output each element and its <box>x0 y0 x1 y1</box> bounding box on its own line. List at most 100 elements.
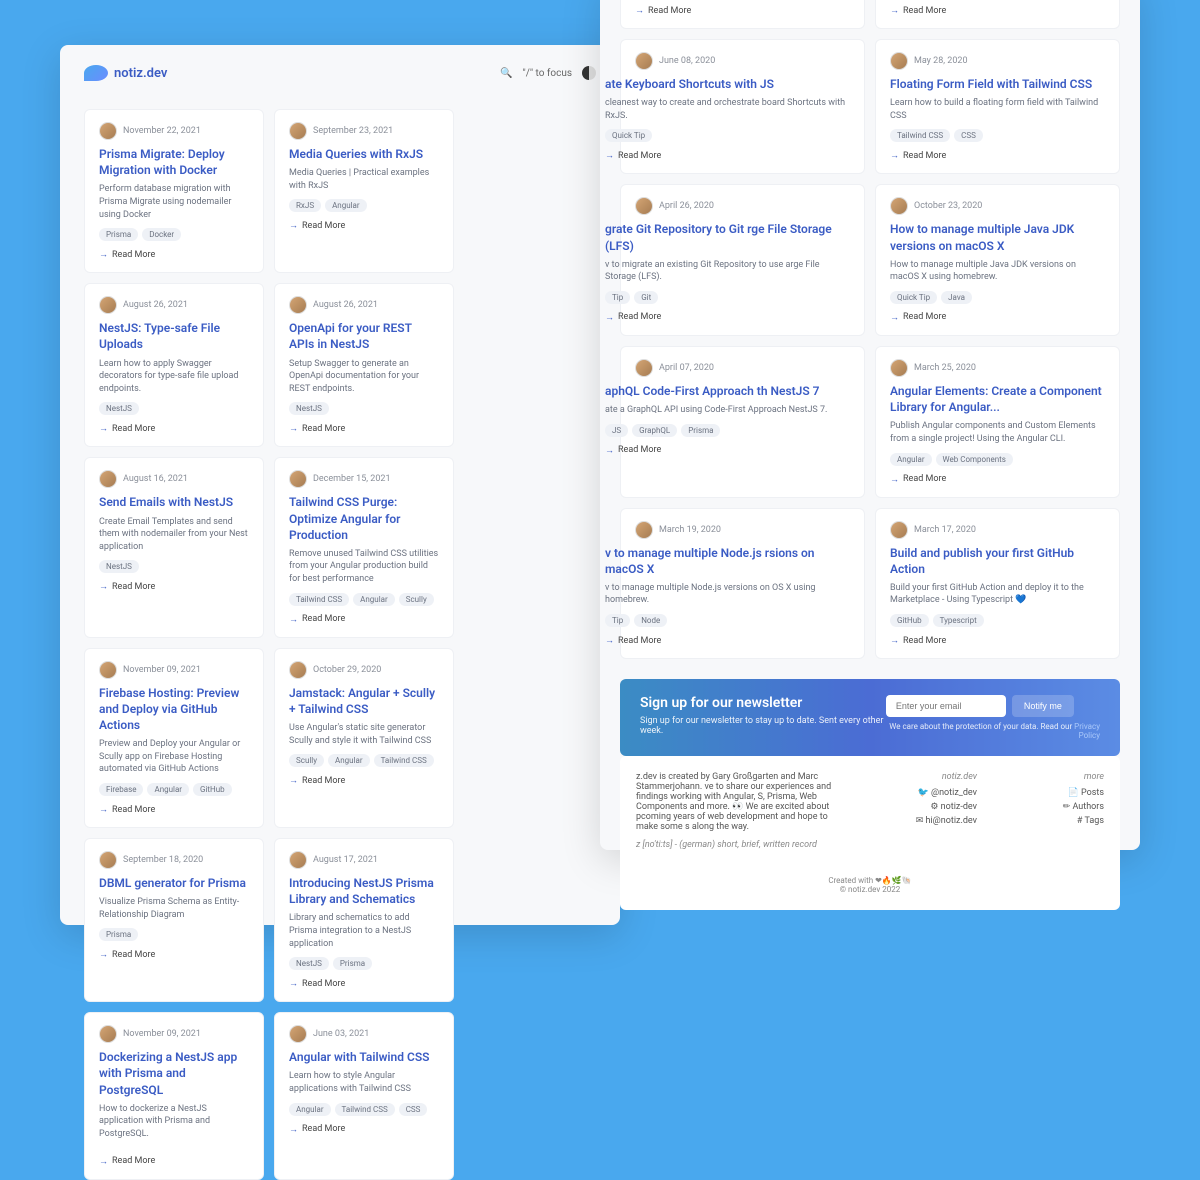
footer-link[interactable]: 📄 Posts <box>997 788 1104 798</box>
tag[interactable]: Tailwind CSS <box>335 1103 395 1116</box>
tag[interactable]: Prisma <box>99 928 138 941</box>
footer-about: z.dev is created by Gary Großgarten and … <box>636 772 850 832</box>
read-more-link[interactable]: Read More <box>99 949 249 960</box>
tag[interactable]: GraphQL <box>632 424 677 437</box>
post-title[interactable]: aphQL Code-First Approach th NestJS 7 <box>605 383 850 399</box>
read-more-link[interactable]: Read More <box>289 978 439 989</box>
read-more-link[interactable]: Read More <box>890 312 1105 323</box>
footer-link[interactable]: 🐦 @notiz_dev <box>870 788 977 798</box>
read-more-link[interactable]: Read More <box>289 423 439 434</box>
tag[interactable]: Angular <box>890 453 932 466</box>
read-more-link[interactable]: Read More <box>605 312 850 323</box>
tag[interactable]: Tailwind CSS <box>289 593 349 606</box>
tag[interactable]: Tailwind CSS <box>374 754 434 767</box>
read-more-link[interactable]: Read More <box>605 150 850 161</box>
post-title[interactable]: Jamstack: Angular + Scully + Tailwind CS… <box>289 685 439 717</box>
tag[interactable]: NestJS <box>289 402 329 415</box>
tag[interactable]: CSS <box>954 129 983 142</box>
tag[interactable]: Angular <box>289 1103 331 1116</box>
logo[interactable]: notiz.dev <box>84 65 167 81</box>
read-more-link[interactable]: Read More <box>289 1124 439 1135</box>
tag[interactable]: Git <box>634 291 658 304</box>
tag[interactable]: NestJS <box>289 957 329 970</box>
read-more-link[interactable]: Read More <box>99 423 249 434</box>
post-desc: Learn how to apply Swagger decorators fo… <box>99 358 249 396</box>
tag[interactable]: Java <box>941 291 972 304</box>
tag[interactable]: Quick Tip <box>890 291 937 304</box>
post-title[interactable]: Dockerizing a NestJS app with Prisma and… <box>99 1049 249 1098</box>
read-more-link[interactable]: Read More <box>890 150 1105 161</box>
tag[interactable]: JS <box>605 424 628 437</box>
tag[interactable]: GitHub <box>193 783 232 796</box>
post-title[interactable]: DBML generator for Prisma <box>99 875 249 891</box>
footer-link[interactable]: ✉ hi@notiz.dev <box>870 816 977 826</box>
read-more-link[interactable]: Read More <box>890 5 1105 16</box>
post-card: March 19, 2020 v to manage multiple Node… <box>620 508 865 660</box>
post-title[interactable]: How to manage multiple Java JDK versions… <box>890 221 1105 253</box>
notify-button[interactable]: Notify me <box>1012 695 1074 717</box>
read-more-link[interactable]: Read More <box>289 220 439 231</box>
post-title[interactable]: Firebase Hosting: Preview and Deploy via… <box>99 685 249 734</box>
tag[interactable]: Scully <box>399 593 434 606</box>
tag[interactable]: Tip <box>605 291 630 304</box>
tag[interactable]: Prisma <box>99 228 138 241</box>
tag[interactable]: Quick Tip <box>605 129 652 142</box>
email-input[interactable] <box>886 695 1006 717</box>
tag[interactable]: Node <box>634 614 667 627</box>
tag[interactable]: NestJS <box>99 402 139 415</box>
post-title[interactable]: Send Emails with NestJS <box>99 494 249 510</box>
theme-toggle[interactable] <box>582 66 596 80</box>
footer-link[interactable]: ⚙ notiz-dev <box>870 802 977 812</box>
tag[interactable]: Tailwind CSS <box>890 129 950 142</box>
tag[interactable]: Angular <box>147 783 189 796</box>
footer-col-title: notiz.dev <box>870 772 977 782</box>
read-more-link[interactable]: Read More <box>635 5 850 16</box>
privacy-link[interactable]: Privacy Policy <box>1074 722 1100 740</box>
tag[interactable]: Angular <box>328 754 370 767</box>
read-more-link[interactable]: Read More <box>289 775 439 786</box>
tag[interactable]: Scully <box>289 754 324 767</box>
footer-link[interactable]: # Tags <box>997 816 1104 826</box>
tag[interactable]: NestJS <box>99 560 139 573</box>
read-more-link[interactable]: Read More <box>99 249 249 260</box>
tag[interactable]: Web Components <box>936 453 1013 466</box>
read-more-link[interactable]: Read More <box>890 474 1105 485</box>
tag[interactable]: RxJS <box>289 199 321 212</box>
tag[interactable]: Docker <box>142 228 181 241</box>
read-more-link[interactable]: Read More <box>99 1156 249 1167</box>
tag[interactable]: Prisma <box>681 424 720 437</box>
tag[interactable]: Typescript <box>933 614 984 627</box>
tag[interactable]: Tip <box>605 614 630 627</box>
read-more-link[interactable]: Read More <box>289 614 439 625</box>
post-title[interactable]: Tailwind CSS Purge: Optimize Angular for… <box>289 494 439 543</box>
post-title[interactable]: Build and publish your first GitHub Acti… <box>890 545 1105 577</box>
post-title[interactable]: OpenApi for your REST APIs in NestJS <box>289 320 439 352</box>
post-title[interactable]: v to manage multiple Node.js rsions on m… <box>605 545 850 577</box>
read-more-link[interactable]: Read More <box>99 804 249 815</box>
post-title[interactable]: grate Git Repository to Git rge File Sto… <box>605 221 850 253</box>
post-desc: Library and schematics to add Prisma int… <box>289 912 439 950</box>
post-title[interactable]: NestJS: Type-safe File Uploads <box>99 320 249 352</box>
post-card: June 03, 2021 Angular with Tailwind CSS … <box>274 1012 454 1179</box>
read-more-link[interactable]: Read More <box>890 635 1105 646</box>
post-title[interactable]: ate Keyboard Shortcuts with JS <box>605 76 850 92</box>
read-more-link[interactable]: Read More <box>99 581 249 592</box>
tag[interactable]: Prisma <box>333 957 372 970</box>
tag[interactable]: CSS <box>399 1103 428 1116</box>
read-more-link[interactable]: Read More <box>605 635 850 646</box>
footer-link[interactable]: ✏ Authors <box>997 802 1104 812</box>
read-more-link[interactable]: Read More <box>605 445 850 456</box>
post-title[interactable]: Angular Elements: Create a Component Lib… <box>890 383 1105 415</box>
tag[interactable]: Angular <box>353 593 395 606</box>
avatar <box>289 122 307 140</box>
post-title[interactable]: Media Queries with RxJS <box>289 146 439 162</box>
post-title[interactable]: Floating Form Field with Tailwind CSS <box>890 76 1105 92</box>
tag[interactable]: Firebase <box>99 783 143 796</box>
tag[interactable]: Angular <box>325 199 367 212</box>
tag[interactable]: GitHub <box>890 614 929 627</box>
post-card: March 17, 2020 Build and publish your fi… <box>875 508 1120 660</box>
post-title[interactable]: Angular with Tailwind CSS <box>289 1049 439 1065</box>
post-title[interactable]: Prisma Migrate: Deploy Migration with Do… <box>99 146 249 178</box>
search-icon[interactable]: 🔍 <box>500 68 512 79</box>
post-title[interactable]: Introducing NestJS Prisma Library and Sc… <box>289 875 439 907</box>
